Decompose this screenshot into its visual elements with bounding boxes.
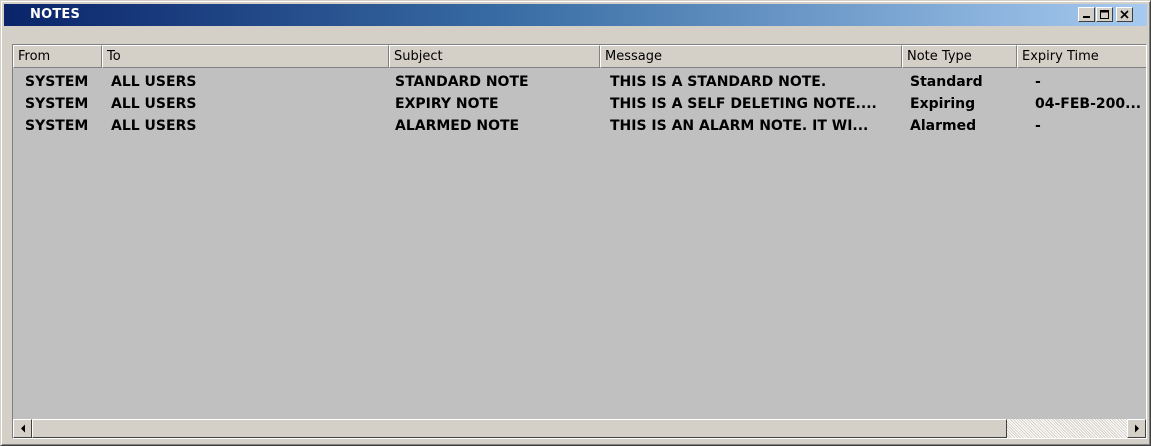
scroll-left-button[interactable] (13, 419, 32, 438)
column-headers: From To Subject Message Note Type Expiry… (13, 45, 1146, 68)
window-title: NOTES (30, 7, 81, 22)
maximize-icon (1100, 10, 1109, 19)
cell-from: SYSTEM (25, 118, 89, 134)
column-header-note-type[interactable]: Note Type (902, 45, 1017, 68)
cell-expiry-time: - (1035, 118, 1041, 134)
column-header-expiry-time[interactable]: Expiry Time (1017, 45, 1146, 68)
notes-window: NOTES From To Subject Message Note Type … (0, 0, 1151, 446)
notes-list[interactable]: From To Subject Message Note Type Expiry… (12, 44, 1147, 439)
table-row[interactable]: SYSTEM ALL USERS STANDARD NOTE THIS IS A… (13, 71, 1146, 93)
table-row[interactable]: SYSTEM ALL USERS ALARMED NOTE THIS IS AN… (13, 115, 1146, 137)
column-header-subject[interactable]: Subject (389, 45, 600, 68)
cell-message: THIS IS A STANDARD NOTE. (610, 74, 827, 90)
cell-subject: EXPIRY NOTE (395, 96, 499, 112)
close-icon (1120, 10, 1129, 19)
arrow-left-icon (20, 424, 25, 433)
scrollbar-thumb[interactable] (32, 419, 1007, 438)
maximize-button[interactable] (1096, 7, 1113, 22)
scroll-right-button[interactable] (1127, 419, 1146, 438)
column-header-message[interactable]: Message (600, 45, 902, 68)
column-header-to[interactable]: To (102, 45, 389, 68)
cell-from: SYSTEM (25, 96, 89, 112)
cell-to: ALL USERS (111, 118, 197, 134)
cell-message: THIS IS AN ALARM NOTE. IT WI... (610, 118, 869, 134)
cell-note-type: Expiring (910, 96, 976, 112)
cell-from: SYSTEM (25, 74, 89, 90)
title-bar[interactable]: NOTES (4, 4, 1147, 26)
minimize-icon (1083, 16, 1090, 18)
cell-subject: ALARMED NOTE (395, 118, 520, 134)
cell-message: THIS IS A SELF DELETING NOTE.... (610, 96, 877, 112)
horizontal-scrollbar[interactable] (13, 419, 1146, 438)
cell-subject: STANDARD NOTE (395, 74, 529, 90)
cell-expiry-time: 04-FEB-200... (1035, 96, 1142, 112)
cell-to: ALL USERS (111, 96, 197, 112)
close-button[interactable] (1116, 7, 1133, 22)
table-row[interactable]: SYSTEM ALL USERS EXPIRY NOTE THIS IS A S… (13, 93, 1146, 115)
column-header-from[interactable]: From (13, 45, 102, 68)
minimize-button[interactable] (1078, 7, 1095, 22)
arrow-right-icon (1134, 424, 1139, 433)
cell-note-type: Standard (910, 74, 983, 90)
cell-expiry-time: - (1035, 74, 1041, 90)
cell-to: ALL USERS (111, 74, 197, 90)
cell-note-type: Alarmed (910, 118, 977, 134)
